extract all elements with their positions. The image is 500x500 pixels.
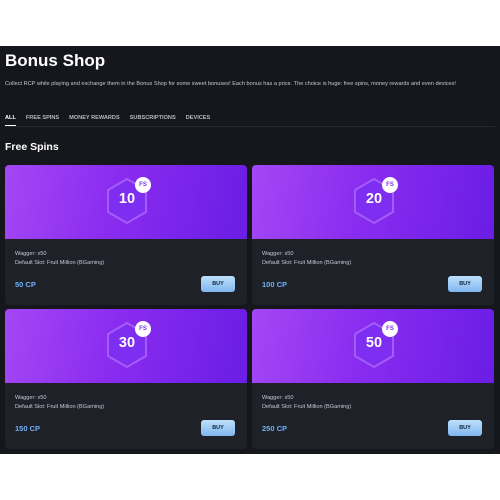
buy-button[interactable]: BUY	[448, 420, 482, 436]
wagger-text: Wagger: x50	[15, 395, 47, 401]
default-slot-text: Default Slot: Fruit Million (BGaming)	[262, 260, 352, 266]
tabs-divider	[5, 126, 495, 127]
fs-badge: FS	[135, 177, 151, 193]
fs-badge: FS	[382, 177, 398, 193]
default-slot-text: Default Slot: Fruit Million (BGaming)	[262, 404, 352, 410]
bonus-card: 10 FS Wagger: x50 Default Slot: Fruit Mi…	[5, 165, 247, 305]
wagger-text: Wagger: x50	[262, 251, 294, 257]
page-description: Collect RCP while playing and exchange t…	[5, 81, 456, 87]
price: 50 CP	[15, 280, 36, 289]
spins-count: 50	[365, 335, 383, 351]
spins-count: 20	[365, 191, 383, 207]
bonus-card: 50 FS Wagger: x50 Default Slot: Fruit Mi…	[252, 309, 494, 449]
default-slot-text: Default Slot: Fruit Million (BGaming)	[15, 404, 105, 410]
fs-badge: FS	[135, 321, 151, 337]
spins-count: 10	[118, 191, 136, 207]
buy-button[interactable]: BUY	[201, 276, 235, 292]
page-title: Bonus Shop	[5, 51, 106, 70]
default-slot-text: Default Slot: Fruit Million (BGaming)	[15, 260, 105, 266]
price: 100 CP	[262, 280, 288, 289]
buy-button[interactable]: BUY	[448, 276, 482, 292]
spins-count: 30	[118, 335, 136, 351]
section-title: Free Spins	[5, 141, 59, 153]
price: 250 CP	[262, 424, 288, 433]
fs-badge: FS	[382, 321, 398, 337]
wagger-text: Wagger: x50	[262, 395, 294, 401]
bonus-card: 20 FS Wagger: x50 Default Slot: Fruit Mi…	[252, 165, 494, 305]
wagger-text: Wagger: x50	[15, 251, 47, 257]
price: 150 CP	[15, 424, 41, 433]
bonus-card: 30 FS Wagger: x50 Default Slot: Fruit Mi…	[5, 309, 247, 449]
buy-button[interactable]: BUY	[201, 420, 235, 436]
